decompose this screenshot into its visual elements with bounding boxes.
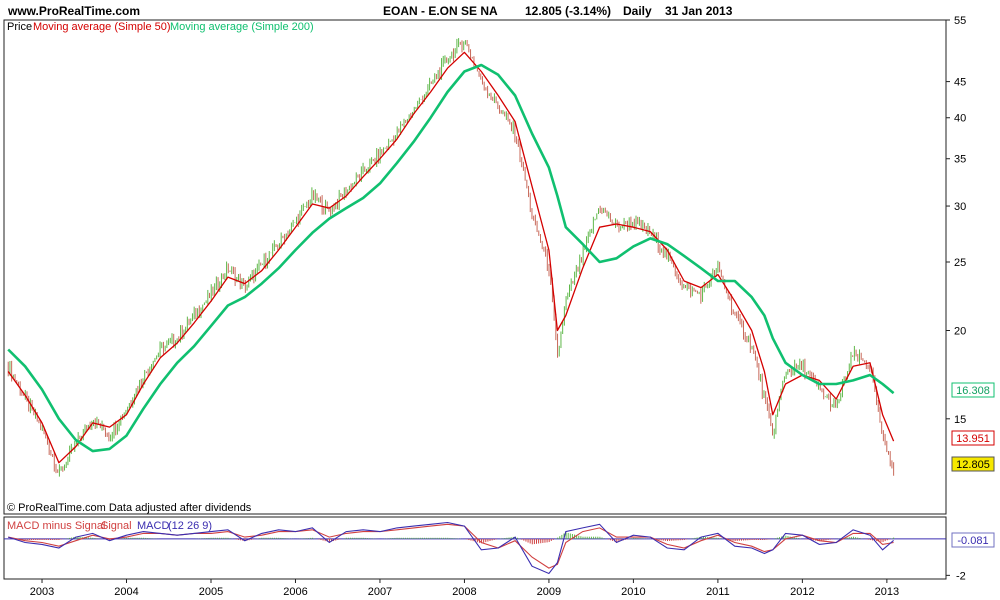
y-tick-label: 15	[954, 414, 966, 426]
y-tick-label: 30	[954, 201, 966, 213]
x-tick-label: 2004	[114, 586, 138, 598]
legend-macd-params: (12 26 9)	[168, 520, 212, 532]
legend-macd: MACD	[137, 520, 169, 532]
y-tick-label: 40	[954, 113, 966, 125]
last-price-change: 12.805 (-3.14%)	[525, 4, 611, 18]
x-tick-label: 2010	[621, 586, 645, 598]
badge-macd: -0.081	[951, 532, 995, 548]
y-tick-label: 25	[954, 257, 966, 269]
date-label: 31 Jan 2013	[665, 4, 733, 18]
instrument-title: EOAN - E.ON SE NA	[383, 4, 498, 18]
badge-price-text: 12.805	[956, 459, 990, 471]
y-tick-label: 20	[954, 326, 966, 338]
legend-ma50: Moving average (Simple 50)	[33, 21, 171, 33]
legend-macd-hist: MACD minus Signal	[7, 520, 105, 532]
x-tick-label: 2003	[30, 586, 54, 598]
macd-y-tick-label: -2	[956, 570, 966, 582]
x-tick-label: 2013	[875, 586, 899, 598]
y-axis: 15 20 25 30 35 40 45 55 -2	[946, 15, 966, 582]
stock-chart: www.ProRealTime.com EOAN - E.ON SE NA 12…	[3, 4, 995, 598]
x-tick-label: 2011	[706, 586, 730, 598]
x-tick-label: 2009	[537, 586, 561, 598]
legend-ma200: Moving average (Simple 200)	[170, 21, 314, 33]
price-panel	[3, 19, 947, 515]
badge-ma200-text: 16.308	[956, 385, 990, 397]
y-tick-label: 35	[954, 154, 966, 166]
x-tick-label: 2005	[199, 586, 223, 598]
badge-macd-text: -0.081	[957, 535, 988, 547]
badge-ma50-text: 13.951	[956, 433, 990, 445]
badge-ma50: 13.951	[951, 430, 995, 446]
badge-price: 12.805	[951, 456, 995, 472]
y-tick-label: 45	[954, 77, 966, 89]
footer-note: © ProRealTime.com Data adjusted after di…	[7, 502, 252, 514]
y-tick-label: 55	[954, 15, 966, 27]
x-tick-label: 2006	[283, 586, 307, 598]
legend-price: Price	[7, 21, 32, 33]
badge-ma200: 16.308	[951, 382, 995, 398]
x-tick-label: 2012	[790, 586, 814, 598]
period-label: Daily	[623, 4, 652, 18]
legend-signal: Signal	[101, 520, 132, 532]
x-tick-label: 2007	[368, 586, 392, 598]
site-title[interactable]: www.ProRealTime.com	[7, 4, 140, 18]
x-axis: 2003 2004 2005 2006 2007 2008 2009 2010 2011 2012…	[30, 579, 899, 598]
x-tick-label: 2008	[452, 586, 476, 598]
